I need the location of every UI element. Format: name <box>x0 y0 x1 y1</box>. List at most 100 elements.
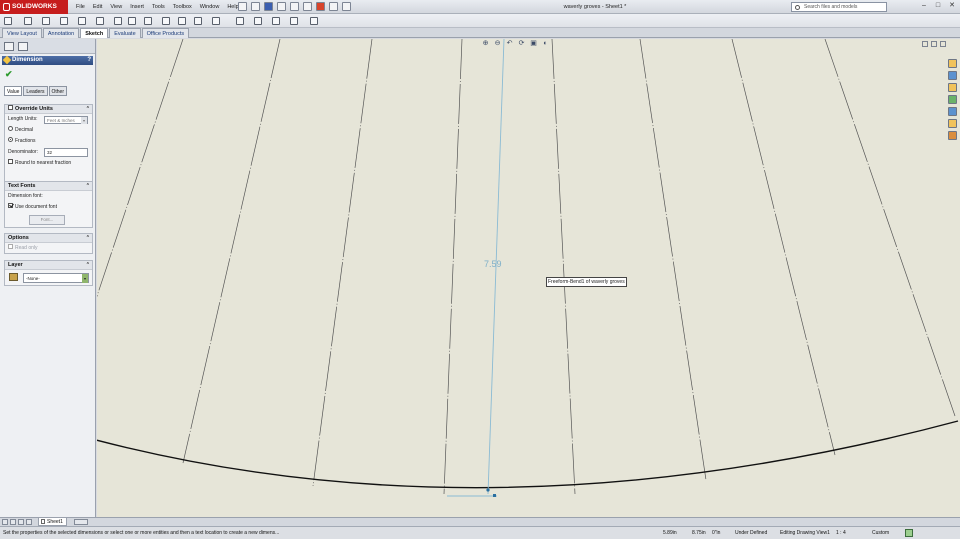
tab-evaluate[interactable]: Evaluate <box>109 28 141 38</box>
decimal-row[interactable]: Decimal <box>5 125 92 136</box>
tab-view-layout[interactable]: View Layout <box>2 28 42 38</box>
layer-header[interactable]: Layer ⌃ <box>5 261 92 270</box>
minimize-button[interactable]: – <box>920 2 928 10</box>
cursor-x: 5.89in <box>663 530 677 536</box>
fractions-row[interactable]: Fractions <box>5 136 92 147</box>
denominator-row: Denominator: 32 <box>5 147 92 158</box>
decimal-radio[interactable] <box>8 126 13 132</box>
slot-icon[interactable] <box>60 17 68 25</box>
zoom-fit-icon[interactable]: ⊕ <box>481 39 490 48</box>
dimension-handle <box>493 494 496 497</box>
tab-sketch[interactable]: Sketch <box>80 28 109 38</box>
convert-entities-icon[interactable] <box>212 17 220 25</box>
ellipse-icon[interactable] <box>144 17 152 25</box>
mirror-icon[interactable] <box>236 17 244 25</box>
polygon-icon[interactable] <box>114 17 122 25</box>
dimension-font-row: Dimension font: <box>8 193 43 199</box>
next-sheet-icon[interactable] <box>18 519 24 525</box>
maximize-button[interactable]: □ <box>934 2 942 10</box>
search-input[interactable]: Search files and models <box>791 2 887 12</box>
bend-line <box>551 39 576 495</box>
repair-sketch-icon[interactable] <box>310 17 318 25</box>
view-orientation-icon[interactable]: ▣ <box>529 39 538 48</box>
feature-tree-tab-icon[interactable] <box>4 42 14 51</box>
first-sheet-icon[interactable] <box>2 519 8 525</box>
font-button[interactable]: Font... <box>29 215 65 225</box>
display-relations-icon[interactable] <box>290 17 298 25</box>
help-status-icon[interactable] <box>905 529 913 537</box>
viewport-close-icon[interactable] <box>940 41 946 47</box>
last-sheet-icon[interactable] <box>26 519 32 525</box>
zoom-area-icon[interactable]: ⊖ <box>493 39 502 48</box>
tab-value[interactable]: Value <box>4 86 23 96</box>
close-button[interactable]: ✕ <box>948 2 956 10</box>
arc-icon[interactable] <box>96 17 104 25</box>
prev-sheet-icon[interactable] <box>10 519 16 525</box>
solidworks-resources-icon[interactable] <box>948 59 957 68</box>
fractions-radio[interactable] <box>8 137 13 143</box>
length-units-select[interactable]: Feet & Inches ▾ <box>44 116 88 124</box>
property-manager-panel: Dimension ? ✔ Value Leaders Other Overri… <box>0 39 96 517</box>
dimension-handle <box>486 488 490 492</box>
help-icon[interactable]: ? <box>87 56 91 65</box>
move-entities-icon[interactable] <box>272 17 280 25</box>
forum-icon[interactable] <box>948 131 957 140</box>
dimension-pencil-icon <box>2 55 12 65</box>
tab-annotation[interactable]: Annotation <box>42 28 80 38</box>
property-manager-header: Dimension ? <box>2 55 93 65</box>
viewport-restore-icon[interactable] <box>931 41 937 47</box>
tab-leaders[interactable]: Leaders <box>23 86 48 96</box>
bend-line <box>731 39 836 456</box>
units-selector[interactable]: Custom <box>872 527 889 539</box>
scale-status[interactable]: 1 : 4 <box>836 527 846 539</box>
appearances-icon[interactable] <box>948 107 957 116</box>
dimension-value-text[interactable]: 7.59 <box>484 259 502 269</box>
dropdown-arrow-icon: ▾ <box>81 117 87 124</box>
ok-check-button[interactable]: ✔ <box>5 69 13 80</box>
previous-view-icon[interactable]: ↶ <box>505 39 514 48</box>
collapse-chevron-icon[interactable]: ⌃ <box>86 261 90 270</box>
bend-line <box>639 39 707 481</box>
editing-status: Editing Drawing View1 <box>780 530 830 536</box>
override-units-checkbox[interactable] <box>8 105 13 111</box>
round-checkbox[interactable] <box>8 159 13 165</box>
options-header[interactable]: Options ⌃ <box>5 234 92 243</box>
use-document-font-row[interactable]: Use document font <box>5 202 92 213</box>
sheet-tab-bar: Sheet1 <box>0 517 960 526</box>
file-explorer-icon[interactable] <box>948 83 957 92</box>
tab-office-products[interactable]: Office Products <box>141 28 190 38</box>
layer-select[interactable]: -None- ▾ <box>23 273 89 283</box>
override-units-header[interactable]: Override Units ⌃ <box>5 105 92 114</box>
drawing-view-svg <box>97 39 959 497</box>
circle-icon[interactable] <box>78 17 86 25</box>
text-fonts-header[interactable]: Text Fonts ⌃ <box>5 182 92 191</box>
round-row[interactable]: Round to nearest fraction <box>5 158 92 169</box>
tab-other[interactable]: Other <box>48 86 68 96</box>
graphics-area[interactable]: ⊕ ⊖ ↶ ⟳ ▣ ◐ 7.59 Freeform-Bend1 of waver… <box>97 39 960 517</box>
collapse-chevron-icon[interactable]: ⌃ <box>86 182 90 191</box>
collapse-chevron-icon[interactable]: ⌃ <box>86 234 90 243</box>
custom-properties-icon[interactable] <box>948 119 957 128</box>
display-style-icon[interactable]: ◐ <box>541 39 550 48</box>
text-fonts-group: Text Fonts ⌃ Dimension font: Use documen… <box>4 181 93 228</box>
view-palette-icon[interactable] <box>948 95 957 104</box>
point-icon[interactable] <box>178 17 186 25</box>
line-icon[interactable] <box>24 17 32 25</box>
spline-icon[interactable] <box>128 17 136 25</box>
linear-pattern-icon[interactable] <box>254 17 262 25</box>
add-sheet-icon[interactable] <box>74 519 88 525</box>
fractions-label: Fractions <box>15 138 36 144</box>
design-library-icon[interactable] <box>948 71 957 80</box>
section-view-icon[interactable]: ⟳ <box>517 39 526 48</box>
collapse-chevron-icon[interactable]: ⌃ <box>86 105 90 114</box>
fillet-icon[interactable] <box>162 17 170 25</box>
layer-icon <box>9 273 18 281</box>
property-manager-tab-icon[interactable] <box>18 42 28 51</box>
use-document-font-checkbox[interactable] <box>8 203 13 209</box>
viewport-minimize-icon[interactable] <box>922 41 928 47</box>
rectangle-icon[interactable] <box>42 17 50 25</box>
sheet-tab-active[interactable]: Sheet1 <box>38 518 67 526</box>
trim-icon[interactable] <box>194 17 202 25</box>
sketch-icon[interactable] <box>4 17 12 25</box>
denominator-input[interactable]: 32 <box>44 148 88 157</box>
